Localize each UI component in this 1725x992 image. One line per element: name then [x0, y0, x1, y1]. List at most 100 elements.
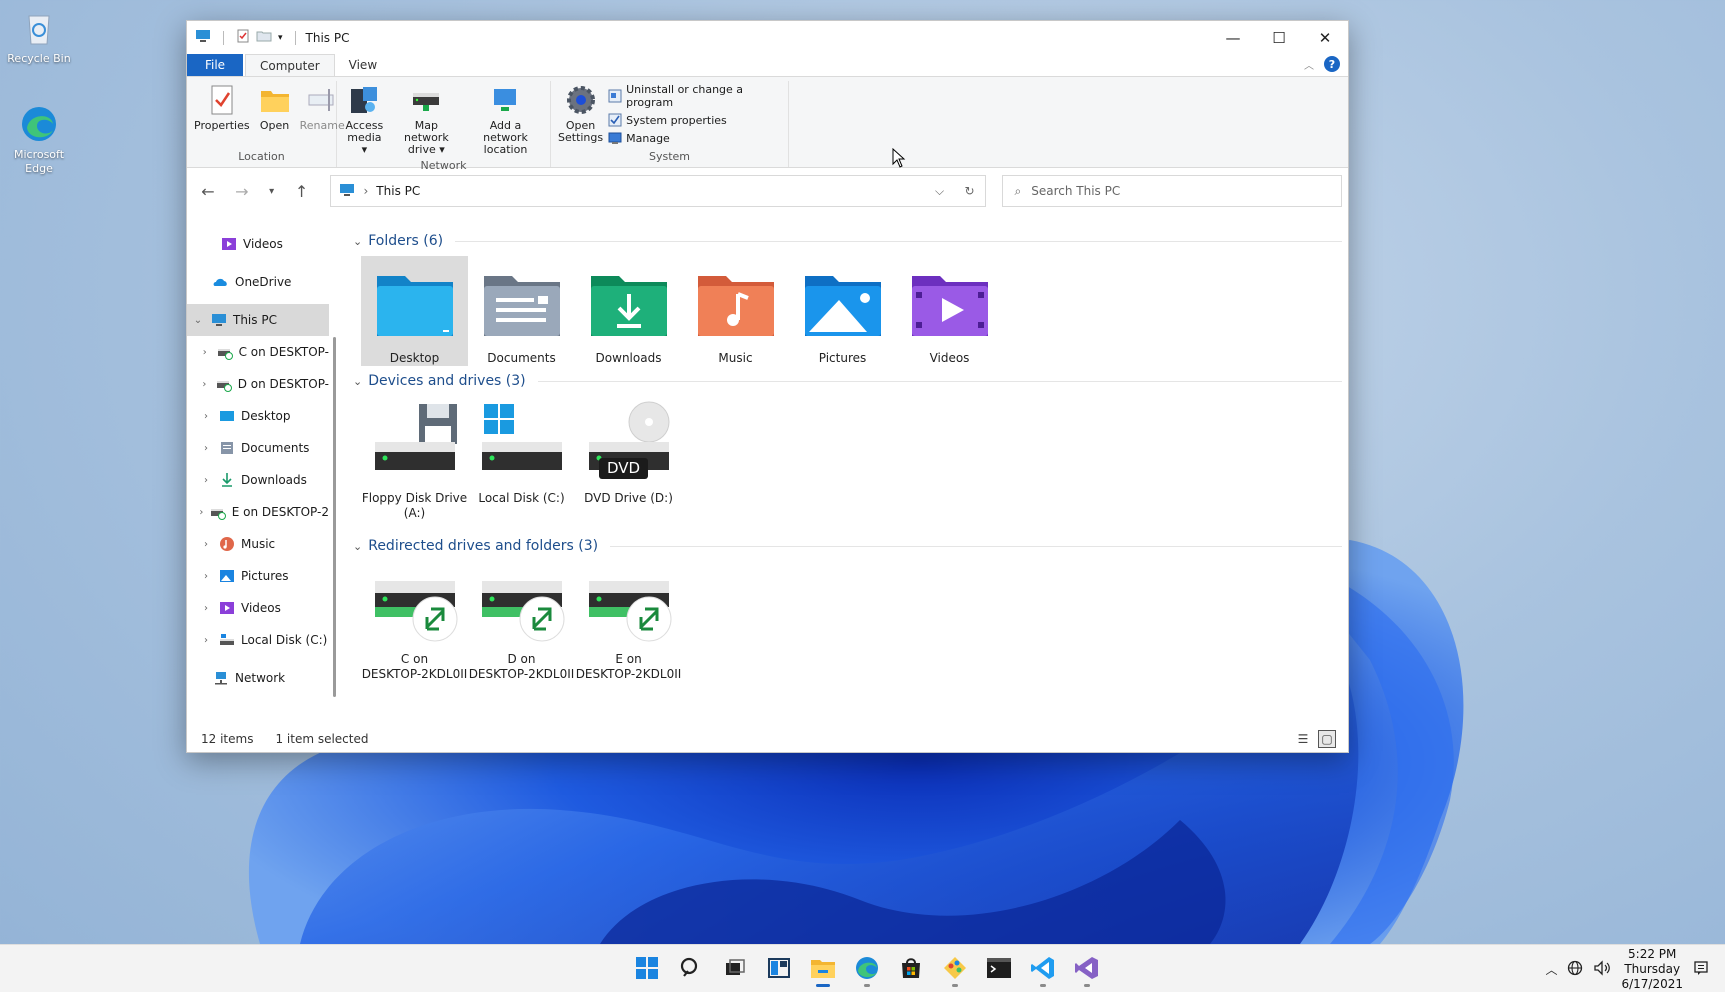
- open-settings-button[interactable]: Open Settings: [555, 81, 606, 146]
- redirected-drive-d[interactable]: D on DESKTOP-2KDL0II: [468, 571, 575, 682]
- explorer-body: Videos OneDrive ⌄ This PC › C on DESKTOP…: [187, 222, 1348, 726]
- edge-taskbar-button[interactable]: [847, 949, 887, 989]
- close-button[interactable]: ✕: [1302, 21, 1348, 54]
- clock[interactable]: 5:22 PM Thursday 6/17/2021: [1621, 947, 1683, 992]
- chevron-right-icon[interactable]: ›: [199, 507, 204, 518]
- search-box[interactable]: ⌕ Search This PC: [1001, 175, 1342, 207]
- tree-item-desktop[interactable]: › Desktop: [187, 400, 329, 432]
- notification-icon[interactable]: [1693, 960, 1709, 979]
- new-folder-quick-access-icon[interactable]: [256, 29, 272, 46]
- folder-desktop[interactable]: Desktop: [361, 256, 468, 366]
- clock-day: Thursday: [1624, 961, 1681, 976]
- tree-item-onedrive[interactable]: OneDrive: [187, 266, 329, 298]
- tree-item-c-on-desktop[interactable]: › C on DESKTOP-: [187, 336, 329, 368]
- tree-item-this-pc[interactable]: ⌄ This PC: [187, 304, 329, 336]
- add-network-location-button[interactable]: Add a network location: [465, 81, 546, 158]
- ribbon-group-system: Open Settings Uninstall or change a prog…: [551, 81, 789, 167]
- show-hidden-icons-icon[interactable]: ︿: [1545, 961, 1557, 978]
- network-status-icon[interactable]: [1567, 960, 1583, 979]
- navigation-pane-scrollbar[interactable]: [329, 222, 343, 726]
- chevron-right-icon[interactable]: ›: [199, 411, 213, 422]
- breadcrumb[interactable]: This PC: [376, 184, 420, 198]
- redirected-drive-e[interactable]: E on DESKTOP-2KDL0II: [575, 571, 682, 682]
- search-button[interactable]: [671, 949, 711, 989]
- chevron-right-icon[interactable]: ›: [199, 379, 210, 390]
- tab-computer[interactable]: Computer: [245, 54, 335, 76]
- system-properties-button[interactable]: System properties: [608, 113, 784, 127]
- details-view-icon[interactable]: ☰: [1294, 730, 1312, 748]
- redirected-drive-c[interactable]: C on DESKTOP-2KDL0II: [361, 571, 468, 682]
- tree-item-documents[interactable]: › Documents: [187, 432, 329, 464]
- chevron-right-icon[interactable]: ›: [199, 347, 211, 358]
- tab-file[interactable]: File: [187, 54, 243, 76]
- file-explorer-taskbar-button[interactable]: [803, 949, 843, 989]
- forward-button[interactable]: →: [227, 176, 257, 206]
- tree-item-pictures[interactable]: › Pictures: [187, 560, 329, 592]
- minimize-button[interactable]: —: [1210, 21, 1256, 54]
- open-button[interactable]: Open: [255, 81, 295, 134]
- chevron-down-icon[interactable]: ⌄: [353, 540, 362, 553]
- ribbon-group-label: Location: [238, 150, 285, 163]
- tree-item-e-on-desktop[interactable]: › E on DESKTOP-2: [187, 496, 329, 528]
- chevron-right-icon[interactable]: ›: [199, 603, 213, 614]
- folder-videos[interactable]: Videos: [896, 256, 1003, 366]
- visual-studio-taskbar-button[interactable]: [1067, 949, 1107, 989]
- recycle-bin-desktop-icon[interactable]: Recycle Bin: [0, 8, 78, 66]
- chevron-right-icon[interactable]: ›: [199, 571, 213, 582]
- back-button[interactable]: ←: [193, 176, 223, 206]
- drive-dvd-d[interactable]: DVD DVD Drive (D:): [575, 396, 682, 521]
- tree-item-music[interactable]: › Music: [187, 528, 329, 560]
- group-header-folders[interactable]: ⌄ Folders (6): [353, 230, 1342, 252]
- uninstall-program-button[interactable]: Uninstall or change a program: [608, 83, 784, 109]
- address-bar[interactable]: › This PC ⌵ ↻: [330, 175, 986, 207]
- store-taskbar-button[interactable]: [891, 949, 931, 989]
- folder-pictures[interactable]: Pictures: [789, 256, 896, 366]
- tree-item-d-on-desktop[interactable]: › D on DESKTOP-: [187, 368, 329, 400]
- tree-item-network[interactable]: Network: [187, 662, 329, 694]
- properties-quick-access-icon[interactable]: [236, 29, 250, 46]
- properties-button[interactable]: Properties: [191, 81, 253, 134]
- paint-taskbar-button[interactable]: [935, 949, 975, 989]
- chevron-down-icon[interactable]: ⌄: [353, 235, 362, 248]
- folder-documents[interactable]: Documents: [468, 256, 575, 366]
- task-view-button[interactable]: [715, 949, 755, 989]
- group-header-redirected[interactable]: ⌄ Redirected drives and folders (3): [353, 535, 1342, 557]
- manage-button[interactable]: Manage: [608, 131, 784, 145]
- start-button[interactable]: [627, 949, 667, 989]
- collapse-ribbon-icon[interactable]: ︿: [1304, 57, 1314, 72]
- tree-item-videos[interactable]: Videos: [187, 228, 329, 260]
- vscode-icon: [1030, 955, 1056, 984]
- edge-desktop-icon[interactable]: Microsoft Edge: [0, 104, 78, 176]
- terminal-taskbar-button[interactable]: [979, 949, 1019, 989]
- drive-local-disk-c[interactable]: Local Disk (C:): [468, 396, 575, 521]
- tab-view[interactable]: View: [335, 54, 391, 76]
- up-button[interactable]: ↑: [287, 176, 317, 206]
- customize-quick-access-icon[interactable]: ▾: [278, 33, 283, 43]
- refresh-icon[interactable]: ↻: [955, 176, 985, 206]
- chevron-right-icon[interactable]: ›: [199, 443, 213, 454]
- this-pc-icon: [339, 183, 355, 200]
- maximize-button[interactable]: ☐: [1256, 21, 1302, 54]
- chevron-right-icon[interactable]: ›: [199, 475, 213, 486]
- chevron-right-icon[interactable]: ›: [199, 635, 213, 646]
- recent-locations-button[interactable]: ▾: [261, 176, 283, 206]
- volume-icon[interactable]: [1593, 959, 1611, 979]
- help-icon[interactable]: ?: [1324, 56, 1340, 72]
- widgets-button[interactable]: [759, 949, 799, 989]
- address-dropdown-icon[interactable]: ⌵: [925, 176, 955, 206]
- folder-music[interactable]: Music: [682, 256, 789, 366]
- group-header-devices[interactable]: ⌄ Devices and drives (3): [353, 370, 1342, 392]
- chevron-down-icon[interactable]: ⌄: [353, 375, 362, 388]
- tree-item-local-disk-c[interactable]: › Local Disk (C:): [187, 624, 329, 656]
- access-media-button[interactable]: Access media ▾: [341, 81, 388, 158]
- chevron-right-icon[interactable]: ›: [199, 539, 213, 550]
- large-icons-view-icon[interactable]: ▢: [1318, 730, 1336, 748]
- network-drive-icon: [585, 575, 673, 649]
- chevron-down-icon[interactable]: ⌄: [191, 315, 205, 326]
- tree-item-videos-2[interactable]: › Videos: [187, 592, 329, 624]
- vscode-taskbar-button[interactable]: [1023, 949, 1063, 989]
- folder-downloads[interactable]: Downloads: [575, 256, 682, 366]
- map-network-drive-button[interactable]: Map network drive ▾: [390, 81, 463, 158]
- tree-item-downloads[interactable]: › Downloads: [187, 464, 329, 496]
- drive-floppy-a[interactable]: Floppy Disk Drive (A:): [361, 396, 468, 521]
